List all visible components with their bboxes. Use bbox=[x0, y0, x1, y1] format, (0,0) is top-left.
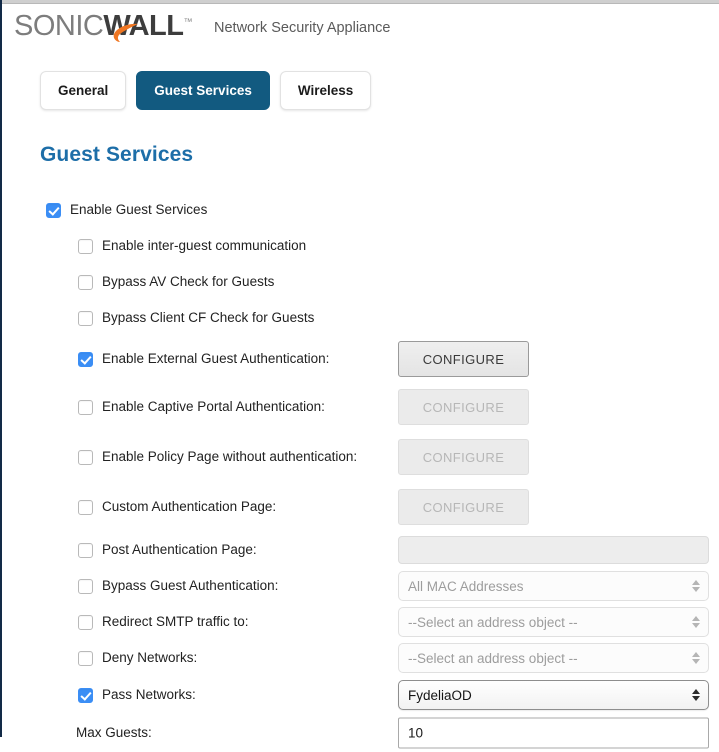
control-enable-captive-portal-auth: CONFIGURE bbox=[398, 389, 529, 425]
label-max-guests: Max Guests: bbox=[76, 725, 152, 741]
sonicwall-logo: SONICWALL™ bbox=[14, 10, 193, 42]
label-enable-captive-portal-auth: Enable Captive Portal Authentication: bbox=[102, 399, 325, 415]
tab-guest-services-label: Guest Services bbox=[154, 83, 252, 98]
deny-networks-select: --Select an address object -- bbox=[398, 643, 709, 673]
tab-bar: General Guest Services Wireless bbox=[40, 71, 372, 110]
tab-guest-services[interactable]: Guest Services bbox=[136, 71, 270, 110]
bypass-guest-auth-select: All MAC Addresses bbox=[398, 571, 709, 601]
control-bypass-guest-auth: All MAC Addresses bbox=[398, 571, 709, 601]
row-redirect-smtp: Redirect SMTP traffic to: --Select an ad… bbox=[2, 604, 719, 640]
page-body: SONICWALL™ Network Security Appliance Ge… bbox=[2, 4, 719, 749]
chevron-updown-icon bbox=[692, 616, 700, 628]
tab-wireless[interactable]: Wireless bbox=[279, 71, 372, 110]
configure-button-captive-portal-auth: CONFIGURE bbox=[398, 389, 529, 425]
page-title: Guest Services bbox=[40, 143, 194, 166]
label-deny-networks: Deny Networks: bbox=[102, 650, 198, 666]
tab-general-label: General bbox=[58, 83, 109, 98]
bypass-guest-auth-value: All MAC Addresses bbox=[408, 578, 524, 594]
label-custom-auth-page: Custom Authentication Page: bbox=[102, 499, 277, 515]
label-enable-policy-page: Enable Policy Page without authenticatio… bbox=[102, 449, 358, 465]
chevron-updown-icon bbox=[692, 689, 700, 701]
pass-networks-select[interactable]: FydeliaOD bbox=[398, 680, 709, 710]
label-enable-guest-services: Enable Guest Services bbox=[70, 202, 208, 218]
pass-networks-value: FydeliaOD bbox=[408, 687, 472, 703]
checkbox-bypass-guest-auth[interactable] bbox=[78, 578, 93, 594]
tab-wireless-label: Wireless bbox=[297, 83, 354, 98]
max-guests-input[interactable]: 10 bbox=[398, 717, 709, 749]
control-enable-policy-page: CONFIGURE bbox=[398, 439, 529, 475]
row-bypass-av-check: Bypass AV Check for Guests bbox=[2, 264, 719, 300]
row-enable-captive-portal-auth: Enable Captive Portal Authentication: CO… bbox=[2, 382, 719, 432]
row-bypass-client-cf-check: Bypass Client CF Check for Guests bbox=[2, 300, 719, 336]
checkbox-custom-auth-page[interactable] bbox=[78, 499, 93, 515]
configure-button-external-guest-auth[interactable]: CONFIGURE bbox=[398, 341, 529, 377]
row-custom-auth-page: Custom Authentication Page: CONFIGURE bbox=[2, 482, 719, 532]
checkbox-bypass-av-check[interactable] bbox=[78, 274, 93, 290]
row-enable-inter-guest-communication: Enable inter-guest communication bbox=[2, 228, 719, 264]
control-enable-external-guest-auth: CONFIGURE bbox=[398, 341, 529, 377]
checkbox-bypass-client-cf-check[interactable] bbox=[78, 310, 93, 326]
label-enable-inter-guest-communication: Enable inter-guest communication bbox=[102, 238, 307, 254]
app-header: SONICWALL™ Network Security Appliance bbox=[2, 4, 719, 60]
checkbox-enable-guest-services[interactable] bbox=[46, 202, 61, 218]
control-redirect-smtp: --Select an address object -- bbox=[398, 607, 709, 637]
label-bypass-guest-auth: Bypass Guest Authentication: bbox=[102, 578, 279, 594]
redirect-smtp-select: --Select an address object -- bbox=[398, 607, 709, 637]
row-post-auth-page: Post Authentication Page: bbox=[2, 532, 719, 568]
tab-general[interactable]: General bbox=[40, 71, 127, 110]
checkbox-post-auth-page[interactable] bbox=[78, 542, 93, 558]
configure-button-policy-page: CONFIGURE bbox=[398, 439, 529, 475]
row-enable-external-guest-auth: Enable External Guest Authentication: CO… bbox=[2, 336, 719, 382]
label-bypass-av-check: Bypass AV Check for Guests bbox=[102, 274, 275, 290]
checkbox-redirect-smtp[interactable] bbox=[78, 614, 93, 630]
label-redirect-smtp: Redirect SMTP traffic to: bbox=[102, 614, 249, 630]
redirect-smtp-value: --Select an address object -- bbox=[408, 614, 578, 630]
row-enable-guest-services: Enable Guest Services bbox=[2, 192, 719, 228]
logo-text-sonic: SONIC bbox=[14, 10, 104, 42]
logo-trademark: ™ bbox=[183, 16, 193, 27]
logo-text: SONICWALL™ bbox=[14, 10, 193, 42]
label-bypass-client-cf-check: Bypass Client CF Check for Guests bbox=[102, 310, 315, 326]
row-max-guests: Max Guests: 10 bbox=[2, 714, 719, 752]
checkbox-enable-policy-page[interactable] bbox=[78, 449, 93, 465]
control-deny-networks: --Select an address object -- bbox=[398, 643, 709, 673]
label-pass-networks: Pass Networks: bbox=[102, 687, 196, 703]
row-bypass-guest-auth: Bypass Guest Authentication: All MAC Add… bbox=[2, 568, 719, 604]
control-pass-networks: FydeliaOD bbox=[398, 680, 709, 710]
checkbox-deny-networks[interactable] bbox=[78, 650, 93, 666]
control-post-auth-page bbox=[398, 536, 709, 564]
row-pass-networks: Pass Networks: FydeliaOD bbox=[2, 676, 719, 714]
deny-networks-value: --Select an address object -- bbox=[408, 650, 578, 666]
product-name: Network Security Appliance bbox=[214, 20, 391, 36]
post-auth-page-input bbox=[398, 536, 709, 564]
control-custom-auth-page: CONFIGURE bbox=[398, 489, 529, 525]
row-enable-policy-page: Enable Policy Page without authenticatio… bbox=[2, 432, 719, 482]
checkbox-enable-inter-guest-communication[interactable] bbox=[78, 238, 93, 254]
control-max-guests: 10 bbox=[398, 717, 709, 749]
chevron-updown-icon bbox=[692, 652, 700, 664]
label-enable-external-guest-auth: Enable External Guest Authentication: bbox=[102, 351, 330, 367]
checkbox-enable-captive-portal-auth[interactable] bbox=[78, 399, 93, 415]
row-deny-networks: Deny Networks: --Select an address objec… bbox=[2, 640, 719, 676]
guest-services-form: Enable Guest Services Enable inter-guest… bbox=[2, 192, 719, 752]
chevron-updown-icon bbox=[692, 580, 700, 592]
configure-button-custom-auth-page: CONFIGURE bbox=[398, 489, 529, 525]
label-post-auth-page: Post Authentication Page: bbox=[102, 542, 257, 558]
checkbox-enable-external-guest-auth[interactable] bbox=[78, 351, 93, 367]
logo-text-wall: WALL bbox=[103, 10, 184, 42]
checkbox-pass-networks[interactable] bbox=[78, 687, 93, 703]
